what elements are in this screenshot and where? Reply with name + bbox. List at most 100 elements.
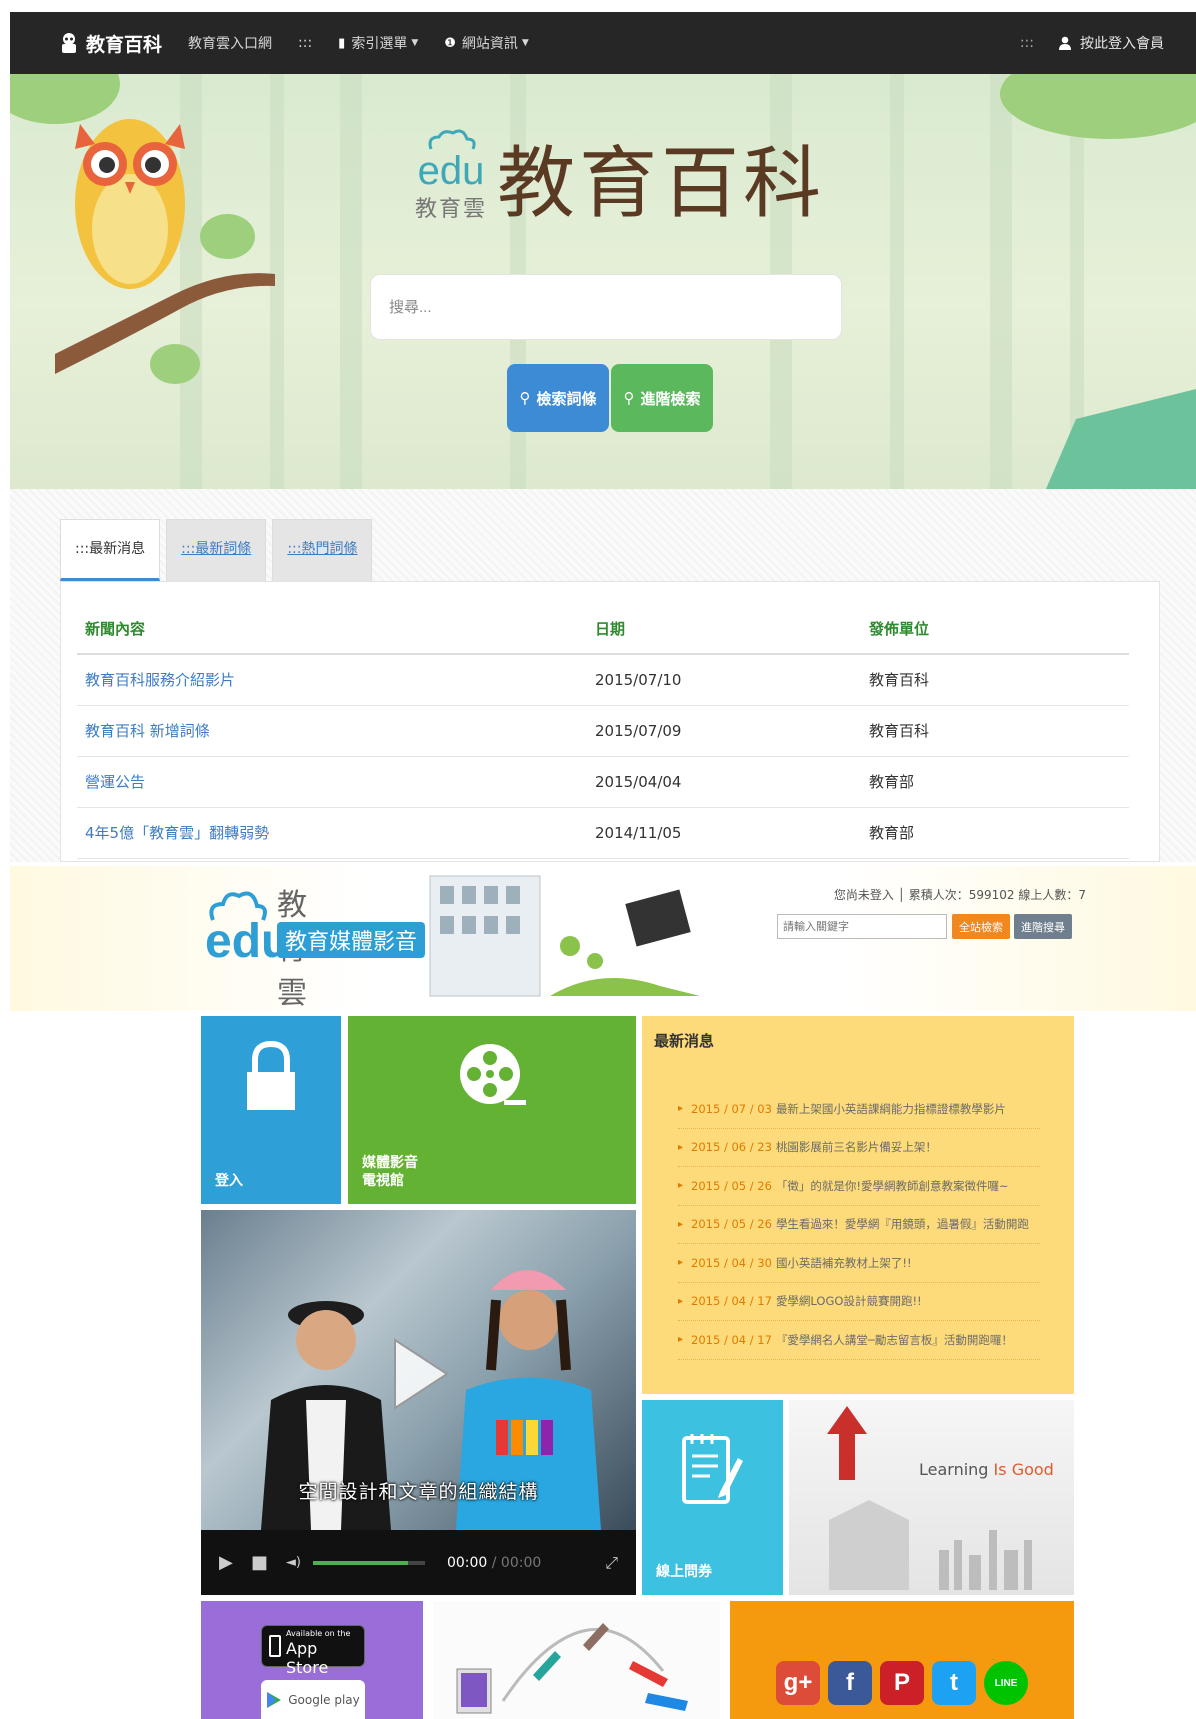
table-row: 營運公告 2015/04/04 教育部 xyxy=(77,756,1129,808)
learning-banner-tile[interactable]: Learning Is Good xyxy=(789,1400,1074,1595)
nav-right: ::: 按此登入會員 xyxy=(1020,33,1164,53)
tab-popular-entries[interactable]: :::熱門詞條 xyxy=(272,519,373,581)
news-text: 愛學網LOGO設計競賽開跑!! xyxy=(775,1294,922,1309)
google-plus-icon[interactable]: g+ xyxy=(776,1661,820,1705)
google-play-text: Google play xyxy=(288,1692,360,1707)
login-tile[interactable]: 登入 xyxy=(201,1016,341,1204)
advanced-search-button[interactable]: ⚲ 進階檢索 xyxy=(611,364,713,432)
news-title-link[interactable]: 營運公告 xyxy=(77,756,587,808)
news-item[interactable]: ▸ 2015 / 04 / 17 愛學網LOGO設計競賽開跑!! xyxy=(678,1283,1040,1321)
play-icon[interactable]: ▶ xyxy=(219,1552,233,1573)
edit-document-icon xyxy=(682,1434,743,1504)
search-input[interactable] xyxy=(370,274,842,340)
chevron-right-icon: ▸ xyxy=(678,1180,684,1192)
owl-illustration xyxy=(55,119,275,374)
visitor-status: 您尚未登入 │ 累積人次：599102 線上人數：7 xyxy=(833,888,1086,902)
advanced-search-button[interactable]: 進階搜尋 xyxy=(1014,914,1072,939)
volume-slider[interactable] xyxy=(312,1560,425,1565)
news-title-link[interactable]: 教育百科 新增詞條 xyxy=(77,705,587,757)
login-label: 按此登入會員 xyxy=(1080,36,1164,52)
info-menu[interactable]: ❶ 網站資訊 ▼ xyxy=(444,33,529,53)
logo-edu: edu xyxy=(417,149,485,193)
news-date: 2015 / 05 / 26 xyxy=(691,1178,772,1193)
video-frame[interactable]: 空間設計和文章的組織結構 xyxy=(201,1210,636,1530)
news-date: 2015/07/09 xyxy=(587,705,861,757)
news-unit: 教育百科 xyxy=(861,654,1129,706)
news-text: 學生看過來！愛學網『用鏡頭，過暑假』活動開跑 xyxy=(775,1217,1029,1232)
news-text: 最新上架國小英語課綱能力指標證標教學影片 xyxy=(775,1101,1006,1116)
media-screenshot: edu 教育雲 教育媒體影音 您尚未登入 │ 累積人次：599102 線上人數：… xyxy=(10,866,1196,1719)
member-login-link[interactable]: 按此登入會員 xyxy=(1058,33,1164,53)
site-title: 教育百科 xyxy=(497,139,826,229)
edu-wiki-logo: edu 教育雲 教育百科 xyxy=(415,129,825,223)
volume-icon[interactable]: ◄) xyxy=(286,1555,301,1570)
keyword-input[interactable] xyxy=(777,914,947,939)
survey-tile[interactable]: 線上問券 xyxy=(642,1400,783,1595)
caret-down-icon: ▼ xyxy=(411,38,419,48)
video-player[interactable]: 空間設計和文章的組織結構 ▶ ■ ◄) 00:00 / 00:00 ⤢ xyxy=(201,1210,636,1595)
news-list: ▸ 2015 / 07 / 03 最新上架國小英語課綱能力指標證標教學影片 ▸ 201… xyxy=(678,1090,1040,1360)
learning-slogan: Learning Is Good xyxy=(919,1460,1054,1479)
pinterest-icon[interactable]: P xyxy=(880,1661,924,1705)
news-item[interactable]: ▸ 2015 / 07 / 03 最新上架國小英語課綱能力指標證標教學影片 xyxy=(678,1090,1040,1129)
survey-label: 線上問券 xyxy=(656,1563,712,1580)
news-unit: 教育百科 xyxy=(861,705,1129,757)
leaf-decoration xyxy=(1000,74,1196,139)
fullscreen-icon[interactable]: ⤢ xyxy=(605,1553,618,1573)
stop-icon[interactable]: ■ xyxy=(251,1552,268,1573)
app-store-button[interactable]: Available on the App Store xyxy=(261,1625,365,1677)
app-download-tile: Available on the App Store Google play xyxy=(201,1601,423,1719)
column-header: 發佈單位 xyxy=(861,604,1129,655)
logo-subtitle: 教育雲 xyxy=(415,197,488,222)
news-text: 「徵」的就是你!愛學網教師創意教案徵件囉~ xyxy=(775,1178,1009,1193)
news-unit: 教育部 xyxy=(861,807,1129,859)
brand-link[interactable]: 教育百科 xyxy=(58,30,162,57)
chevron-right-icon: ▸ xyxy=(678,1295,684,1307)
column-header: 日期 xyxy=(587,604,861,655)
play-overlay-icon[interactable] xyxy=(391,1336,451,1412)
books-tile[interactable] xyxy=(433,1601,720,1719)
flying-books-illustration xyxy=(456,1623,688,1714)
table-row: 教育百科服務介紹影片 2015/07/10 教育百科 xyxy=(77,654,1129,706)
news-date: 2014/11/05 xyxy=(587,807,861,859)
news-item[interactable]: ▸ 2015 / 04 / 30 國小英語補充教材上架了!! xyxy=(678,1244,1040,1283)
site-search-button[interactable]: 全站檢索 xyxy=(952,914,1010,939)
facebook-icon[interactable]: f xyxy=(828,1661,872,1705)
time-current: 00:00 xyxy=(446,1554,488,1571)
table-row: 教育百科 新增詞條 2015/07/09 教育百科 xyxy=(77,705,1129,757)
news-item[interactable]: ▸ 2015 / 06 / 23 桃園影展前三名影片備妥上架！ xyxy=(678,1129,1040,1167)
tab-latest-entries[interactable]: :::最新詞條 xyxy=(166,519,267,581)
news-item[interactable]: ▸ 2015 / 05 / 26 學生看過來！愛學網『用鏡頭，過暑假』活動開跑 xyxy=(678,1206,1040,1244)
news-item[interactable]: ▸ 2015 / 05 / 26 「徵」的就是你!愛學網教師創意教案徵件囉~ xyxy=(678,1167,1040,1206)
twitter-icon[interactable]: t xyxy=(932,1661,976,1705)
chevron-right-icon: ▸ xyxy=(678,1257,684,1269)
tab-latest-news[interactable]: :::最新消息 xyxy=(60,519,161,581)
news-item[interactable]: ▸ 2015 / 04 / 17 『愛學網名人講堂─勵志留言板』活動開跑囉！ xyxy=(678,1321,1040,1360)
news-tabs: :::最新消息 :::最新詞條 :::熱門詞條 xyxy=(60,519,378,581)
brand-label: 教育百科 xyxy=(86,33,163,56)
news-title-link[interactable]: 4年5億「教育雲」翻轉弱勢 xyxy=(77,807,587,859)
mushroom-sign-decoration xyxy=(1046,389,1196,489)
index-menu[interactable]: ▮ 索引選單 ▼ xyxy=(338,33,418,53)
app-store-small-text: Available on the xyxy=(286,1629,351,1638)
column-header: 新聞內容 xyxy=(77,604,587,655)
media-header: edu 教育雲 教育媒體影音 您尚未登入 │ 累積人次：599102 線上人數：… xyxy=(10,866,1196,1011)
chevron-right-icon: ▸ xyxy=(678,1103,684,1115)
search-button[interactable]: ⚲ 檢索詞條 xyxy=(507,364,609,432)
video-controls: ▶ ■ ◄) 00:00 / 00:00 ⤢ xyxy=(201,1530,636,1595)
portal-link[interactable]: 教育雲入口網 xyxy=(188,33,272,53)
news-date: 2015 / 04 / 17 xyxy=(691,1294,772,1309)
media-tv-tile[interactable]: 媒體影音 電視館 xyxy=(348,1016,636,1204)
google-play-button[interactable]: Google play xyxy=(261,1680,365,1719)
line-icon[interactable]: LINE xyxy=(984,1661,1028,1705)
news-section: :::最新消息 :::最新詞條 :::熱門詞條 新聞內容 日期 發佈單位 教育百… xyxy=(10,489,1196,862)
news-title-link[interactable]: 教育百科服務介紹影片 xyxy=(77,654,587,706)
learning-highlight: Is Good xyxy=(993,1460,1054,1479)
brand-logo-icon xyxy=(62,33,76,53)
tree-decoration xyxy=(990,74,1012,489)
bookmark-icon: ▮ xyxy=(338,35,346,51)
chevron-right-icon: ▸ xyxy=(678,1141,684,1153)
news-text: 『愛學網名人講堂─勵志留言板』活動開跑囉！ xyxy=(775,1332,1013,1347)
news-date: 2015 / 04 / 30 xyxy=(691,1255,772,1270)
app-store-large-text: App Store xyxy=(286,1639,329,1677)
